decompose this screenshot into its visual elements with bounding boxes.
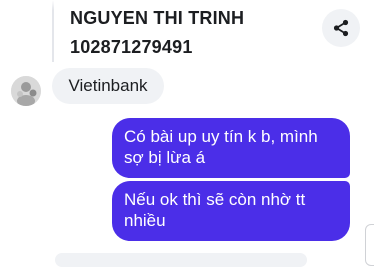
outgoing-message-bubble[interactable]: Nếu ok thì sẽ còn nhờ tt nhiều [112, 181, 350, 241]
account-number: 102871279491 [70, 37, 193, 57]
incoming-message-bubble[interactable]: Vietinbank [52, 68, 164, 104]
outgoing-message-bubble[interactable]: Có bài up uy tín k b, mình sợ bị lừa á [112, 118, 350, 178]
avatar[interactable] [11, 76, 41, 106]
partial-side-card [365, 224, 374, 266]
share-icon [333, 19, 349, 37]
top-fade [0, 0, 374, 10]
share-button[interactable] [322, 9, 360, 47]
account-holder-name: NGUYEN THI TRINH [70, 8, 245, 28]
avatar-image [11, 76, 41, 106]
partial-message-bubble [55, 253, 307, 267]
